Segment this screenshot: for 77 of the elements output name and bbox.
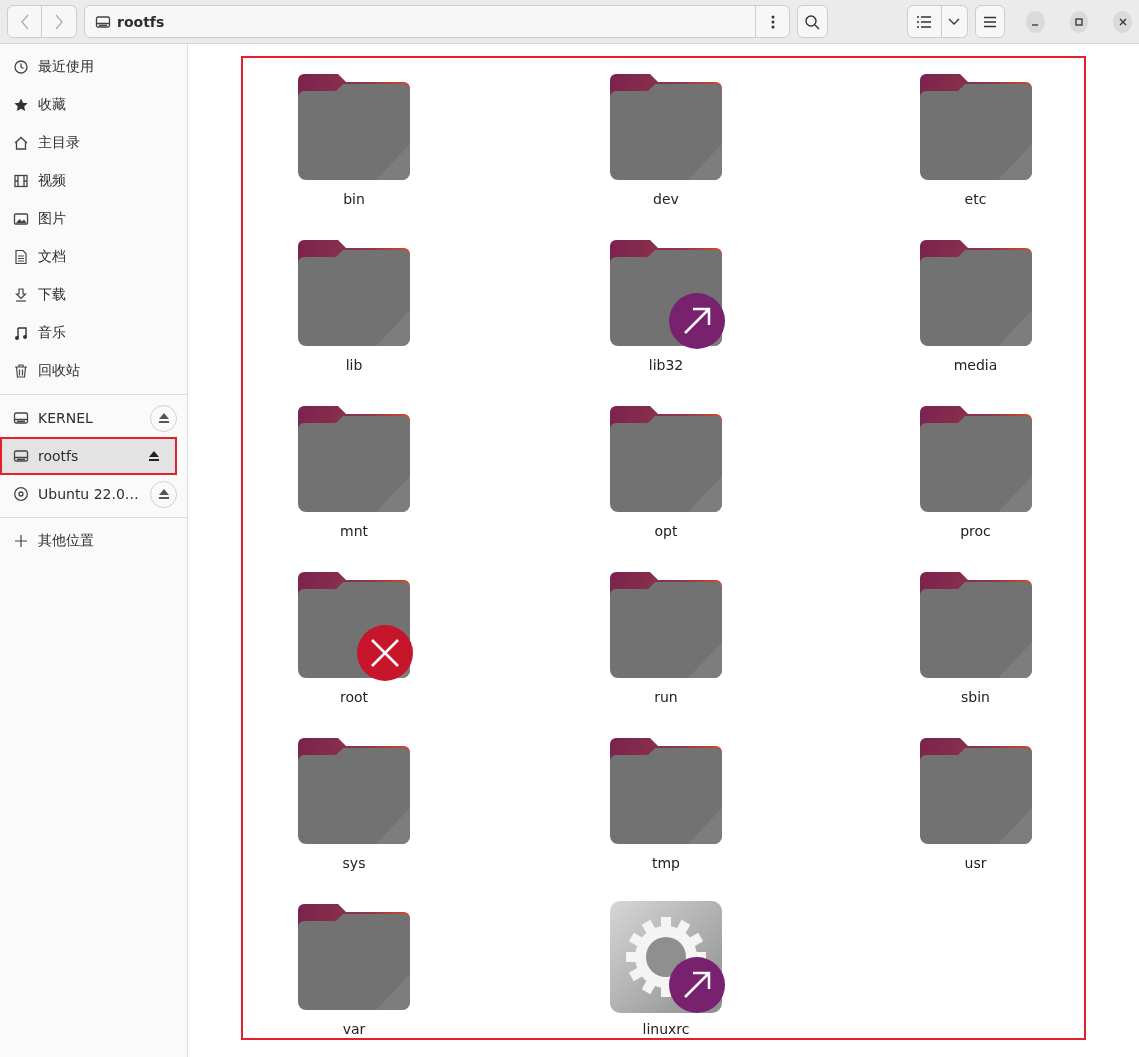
maximize-icon	[1073, 16, 1084, 27]
file-name[interactable]: bin	[343, 191, 365, 207]
folder-icon	[919, 572, 1032, 678]
file-name[interactable]: media	[953, 357, 998, 373]
search-button[interactable]	[797, 5, 828, 38]
menu-button[interactable]	[974, 5, 1005, 38]
folder-icon	[919, 74, 1032, 180]
eject-icon	[147, 451, 160, 461]
list-view-button[interactable]	[906, 5, 942, 38]
folder-icon	[610, 74, 722, 180]
sidebar-item[interactable]: 图片	[0, 200, 187, 238]
folder-icon	[610, 406, 722, 512]
folder-icon	[919, 738, 1032, 844]
sidebar-item[interactable]: 下载	[0, 276, 187, 314]
document-icon	[13, 249, 29, 265]
list-icon	[916, 14, 933, 29]
minimize-button[interactable]	[1025, 10, 1045, 33]
plus-icon	[13, 533, 29, 549]
sidebar-item[interactable]: 主目录	[0, 124, 187, 162]
drive-icon	[13, 448, 29, 464]
drive-icon	[95, 13, 111, 30]
file-name[interactable]: sys	[342, 855, 366, 871]
menu-icon	[982, 15, 997, 28]
star-icon	[13, 97, 29, 113]
folder-icon	[610, 738, 722, 844]
file-name[interactable]: lib	[345, 357, 363, 373]
film-icon	[13, 173, 29, 189]
file-name[interactable]: sbin	[961, 689, 990, 705]
folder-icon	[919, 240, 1032, 346]
sidebar-item[interactable]: KERNEL	[0, 399, 187, 437]
maximize-button[interactable]	[1069, 10, 1089, 33]
sidebar-item[interactable]: rootfs	[0, 437, 177, 475]
close-icon	[1117, 16, 1128, 27]
more-options-icon	[770, 14, 775, 29]
file-name[interactable]: run	[654, 689, 678, 705]
sidebar-item[interactable]: 回收站	[0, 352, 187, 390]
drive-icon	[13, 410, 29, 426]
minimize-icon	[1031, 23, 1040, 26]
sidebar-item[interactable]: 音乐	[0, 314, 187, 352]
file-name[interactable]: mnt	[340, 523, 368, 539]
folder-icon	[298, 240, 410, 346]
file-name[interactable]: proc	[960, 523, 991, 539]
file-name[interactable]: lib32	[648, 357, 684, 373]
folder-icon	[610, 572, 722, 678]
file-name[interactable]: var	[342, 1021, 366, 1037]
eject-icon	[157, 489, 170, 499]
trash-icon	[13, 363, 29, 379]
home-icon	[13, 135, 29, 151]
disc-icon	[13, 486, 29, 502]
download-icon	[13, 287, 29, 303]
chevron-right-icon	[54, 13, 64, 30]
sidebar-item[interactable]: Ubuntu 22.0…	[0, 475, 187, 513]
music-note-icon	[13, 325, 29, 341]
folder-icon	[298, 738, 410, 844]
chevron-left-icon	[19, 13, 30, 30]
eject-icon	[157, 413, 170, 423]
sidebar-item[interactable]: 收藏	[0, 86, 187, 124]
sidebar-item[interactable]: 文档	[0, 238, 187, 276]
sidebar-item[interactable]: 最近使用	[0, 48, 187, 86]
file-name[interactable]: linuxrc	[642, 1021, 690, 1037]
file-name[interactable]: dev	[653, 191, 679, 207]
sidebar-item[interactable]: 视频	[0, 162, 187, 200]
folder-icon	[298, 406, 410, 512]
file-name[interactable]: opt	[654, 523, 678, 539]
file-name[interactable]: root	[339, 689, 369, 705]
file-name[interactable]: etc	[964, 191, 987, 207]
image-icon	[13, 211, 29, 227]
file-name[interactable]: usr	[964, 855, 987, 871]
folder-icon	[919, 406, 1032, 512]
caret-icon	[948, 17, 961, 26]
file-name[interactable]: tmp	[652, 855, 680, 871]
folder-icon	[298, 904, 410, 1010]
folder-icon	[298, 74, 410, 180]
clock-icon	[13, 59, 29, 75]
close-button[interactable]	[1113, 10, 1132, 33]
search-icon	[804, 13, 821, 30]
sidebar-item[interactable]: 其他位置	[0, 522, 187, 560]
